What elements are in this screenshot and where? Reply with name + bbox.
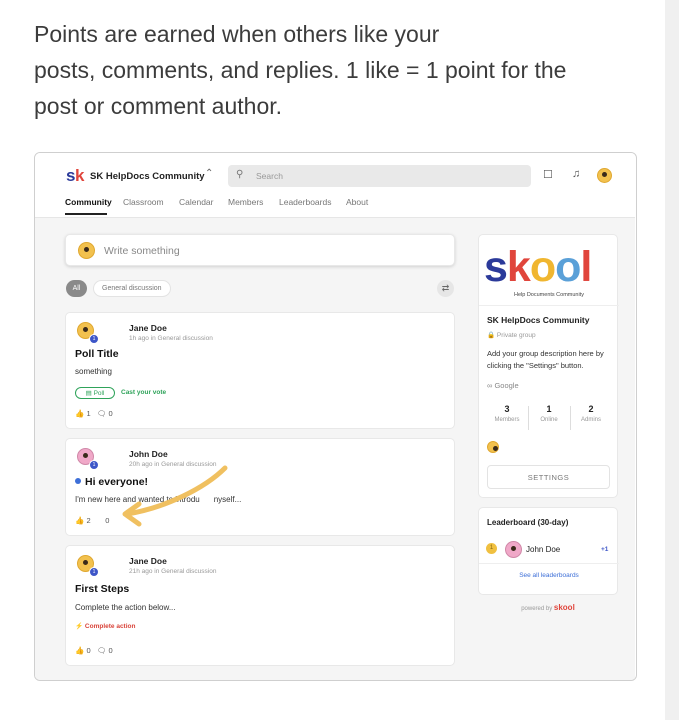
community-name[interactable]: SK HelpDocs Community: [90, 171, 205, 182]
link-icon: ∞: [487, 381, 493, 390]
cover-subtitle: Help Documents Community: [514, 292, 584, 298]
user-avatar[interactable]: [597, 168, 612, 183]
group-info-card: skool Help Documents Community SK HelpDo…: [478, 234, 619, 498]
tab-about[interactable]: About: [346, 197, 368, 207]
leaderboard-title: Leaderboard (30-day): [487, 518, 569, 527]
member-avatar[interactable]: [487, 441, 499, 453]
group-description: Add your group description here by click…: [487, 349, 604, 370]
intro-line: Points are earned when others like your: [34, 21, 440, 47]
group-cover-logo: skool: [484, 243, 592, 291]
page-gutter: [665, 0, 679, 720]
tab-members[interactable]: Members: [228, 197, 263, 207]
community-switcher-icon[interactable]: ⌃: [205, 168, 213, 179]
stat-members[interactable]: 3 Members: [487, 404, 527, 423]
active-tab-indicator: [65, 213, 107, 215]
leaderboard-card: Leaderboard (30-day) 1 John Doe +1 See a…: [478, 507, 619, 595]
intro-text: Points are earned when others like your …: [34, 16, 654, 124]
bell-icon[interactable]: ♫: [572, 168, 580, 180]
search-icon: ⚲: [236, 169, 244, 180]
tab-calendar[interactable]: Calendar: [179, 197, 214, 207]
leaderboard-name[interactable]: John Doe: [526, 545, 560, 554]
intro-line: posts, comments, and replies. 1 like = 1…: [34, 57, 567, 83]
tab-classroom[interactable]: Classroom: [123, 197, 164, 207]
divider: [479, 305, 619, 306]
settings-button[interactable]: SETTINGS: [487, 465, 610, 489]
privacy-label: 🔒 Private group: [487, 332, 536, 339]
group-name: SK HelpDocs Community: [487, 315, 590, 325]
rank-medal-icon: 1: [486, 543, 497, 554]
see-all-leaderboards-link[interactable]: See all leaderboards: [479, 572, 619, 579]
stat-online[interactable]: 1 Online: [529, 404, 569, 423]
search-bar[interactable]: ⚲ Search: [228, 165, 531, 187]
main-content: Write something All General discussion ⇄…: [35, 218, 635, 680]
tab-leaderboards[interactable]: Leaderboards: [279, 197, 331, 207]
search-placeholder: Search: [256, 171, 283, 181]
community-logo[interactable]: sk: [66, 166, 84, 186]
group-stats: 3 Members 1 Online 2 Admins: [487, 404, 611, 432]
stat-admins[interactable]: 2 Admins: [571, 404, 611, 423]
divider: [479, 563, 619, 564]
chat-icon[interactable]: ☐: [543, 168, 553, 181]
avatar[interactable]: [505, 541, 522, 558]
group-link[interactable]: ∞ Google: [487, 381, 519, 390]
top-bar: sk SK HelpDocs Community ⌃ ⚲ Search ☐ ♫ …: [35, 153, 635, 218]
powered-by[interactable]: powered by skool: [478, 603, 618, 612]
screenshot-frame: sk SK HelpDocs Community ⌃ ⚲ Search ☐ ♫ …: [34, 152, 637, 681]
intro-line: post or comment author.: [34, 93, 283, 119]
lock-icon: 🔒: [487, 332, 496, 339]
leaderboard-points: +1: [601, 546, 609, 553]
tab-community[interactable]: Community: [65, 197, 112, 207]
